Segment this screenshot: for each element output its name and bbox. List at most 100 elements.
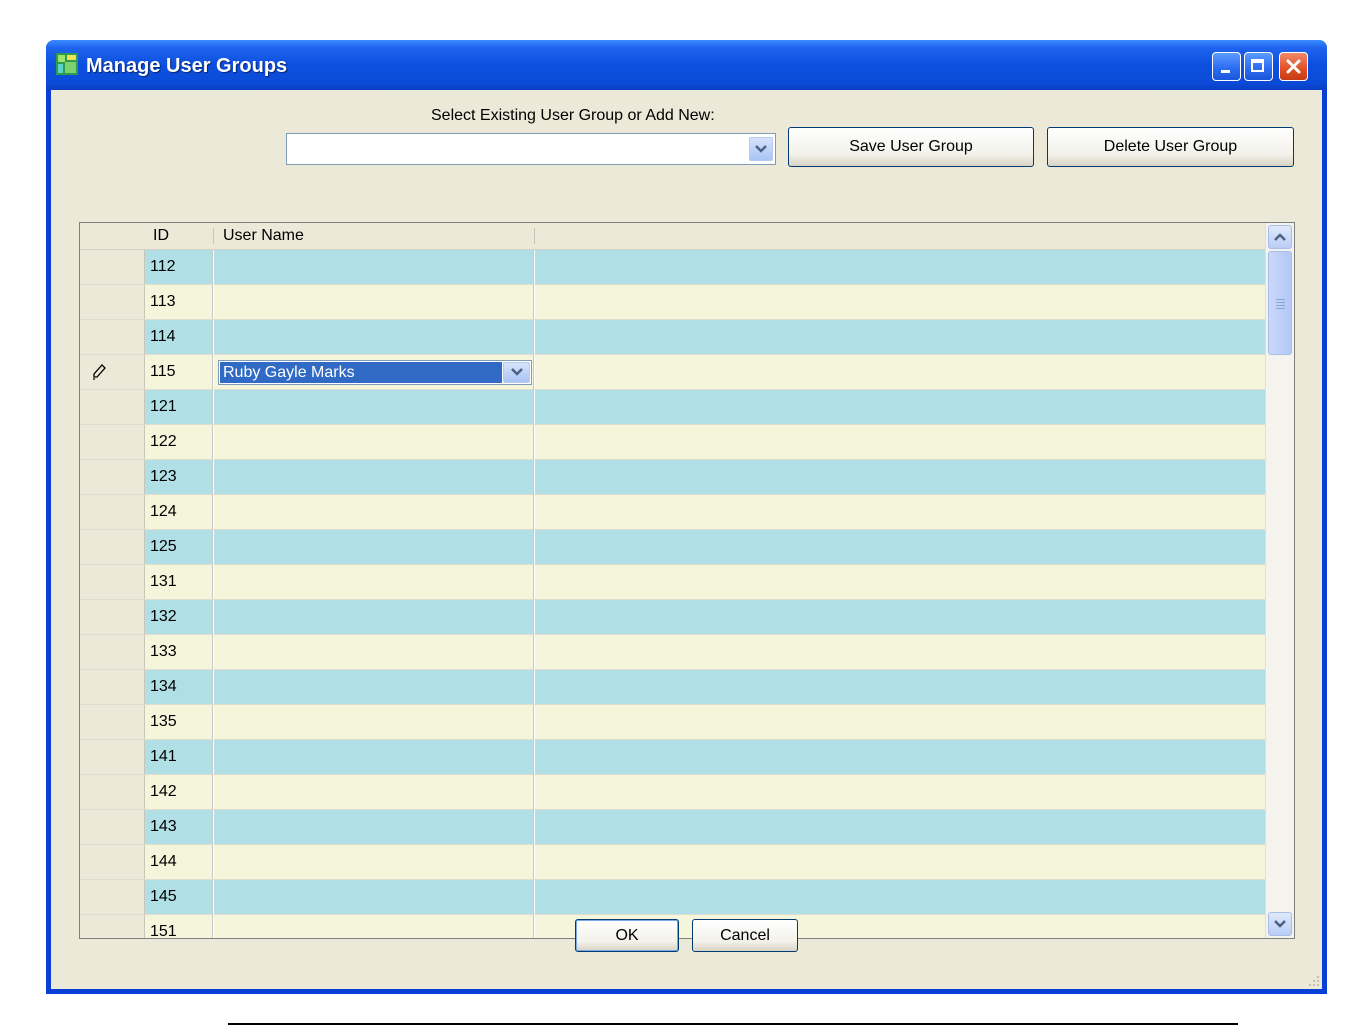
cell-id[interactable]: 135 xyxy=(145,705,213,739)
scroll-thumb[interactable] xyxy=(1268,251,1292,355)
row-header[interactable] xyxy=(80,775,145,809)
cell-id[interactable]: 123 xyxy=(145,460,213,494)
row-header[interactable] xyxy=(80,880,145,914)
resize-grip-icon[interactable] xyxy=(1308,975,1320,987)
table-row[interactable]: 124 xyxy=(80,495,1266,530)
table-row[interactable]: 113 xyxy=(80,285,1266,320)
cell-id[interactable]: 115 xyxy=(145,355,213,389)
cell-id[interactable]: 132 xyxy=(145,600,213,634)
table-row[interactable]: 122 xyxy=(80,425,1266,460)
cell-user-name[interactable]: Ruby Gayle Marks xyxy=(214,355,534,389)
minimize-button[interactable] xyxy=(1212,52,1241,81)
table-row[interactable]: 121 xyxy=(80,390,1266,425)
table-row[interactable]: 125 xyxy=(80,530,1266,565)
scroll-up-button[interactable] xyxy=(1268,225,1292,249)
cell-id[interactable]: 124 xyxy=(145,495,213,529)
table-row[interactable]: 143 xyxy=(80,810,1266,845)
maximize-button[interactable] xyxy=(1244,52,1273,81)
cell-user-name[interactable] xyxy=(214,390,534,424)
table-row[interactable]: 144 xyxy=(80,845,1266,880)
row-header[interactable] xyxy=(80,705,145,739)
cell-user-name[interactable] xyxy=(214,810,534,844)
row-header[interactable] xyxy=(80,460,145,494)
table-row[interactable]: 145 xyxy=(80,880,1266,915)
cell-id[interactable]: 113 xyxy=(145,285,213,319)
cell-id[interactable]: 121 xyxy=(145,390,213,424)
row-header[interactable] xyxy=(80,670,145,704)
cell-user-name[interactable] xyxy=(214,285,534,319)
cell-user-name[interactable] xyxy=(214,600,534,634)
cell-id[interactable]: 134 xyxy=(145,670,213,704)
row-header[interactable] xyxy=(80,845,145,879)
cell-id[interactable]: 122 xyxy=(145,425,213,459)
row-header[interactable] xyxy=(80,285,145,319)
cell-id[interactable]: 143 xyxy=(145,810,213,844)
row-header[interactable] xyxy=(80,635,145,669)
ok-button[interactable]: OK xyxy=(575,919,679,952)
table-row[interactable]: 114 xyxy=(80,320,1266,355)
cell-id[interactable]: 114 xyxy=(145,320,213,354)
row-header[interactable] xyxy=(80,250,145,284)
cell-id[interactable]: 151 xyxy=(145,915,213,938)
combobox-dropdown-button[interactable] xyxy=(749,137,773,161)
table-row[interactable]: 135 xyxy=(80,705,1266,740)
column-header-id[interactable]: ID xyxy=(153,223,169,249)
vertical-scrollbar[interactable] xyxy=(1265,223,1294,938)
row-header[interactable] xyxy=(80,495,145,529)
cell-user-name[interactable] xyxy=(214,705,534,739)
table-row[interactable]: 134 xyxy=(80,670,1266,705)
cell-id[interactable]: 144 xyxy=(145,845,213,879)
column-header-user-name[interactable]: User Name xyxy=(223,223,304,249)
cell-user-name[interactable] xyxy=(214,635,534,669)
cell-user-name[interactable] xyxy=(214,740,534,774)
cell-user-name[interactable] xyxy=(214,670,534,704)
cell-user-name[interactable] xyxy=(214,250,534,284)
table-row[interactable]: 132 xyxy=(80,600,1266,635)
delete-user-group-button[interactable]: Delete User Group xyxy=(1047,127,1294,167)
cell-user-name[interactable] xyxy=(214,845,534,879)
cell-user-name[interactable] xyxy=(214,495,534,529)
cell-user-name[interactable] xyxy=(214,460,534,494)
table-row[interactable]: 112 xyxy=(80,250,1266,285)
cell-id[interactable]: 141 xyxy=(145,740,213,774)
cell-user-name[interactable] xyxy=(214,915,534,938)
cell-user-name[interactable] xyxy=(214,880,534,914)
row-header[interactable] xyxy=(80,565,145,599)
cell-user-name[interactable] xyxy=(214,425,534,459)
row-header[interactable] xyxy=(80,355,145,389)
cancel-button[interactable]: Cancel xyxy=(692,919,798,952)
row-header[interactable] xyxy=(80,320,145,354)
cell-id[interactable]: 112 xyxy=(145,250,213,284)
user-name-combobox[interactable]: Ruby Gayle Marks xyxy=(218,360,532,385)
column-divider[interactable] xyxy=(213,228,214,244)
scroll-down-button[interactable] xyxy=(1268,912,1292,936)
close-button[interactable] xyxy=(1279,52,1308,81)
table-row[interactable]: 133 xyxy=(80,635,1266,670)
row-header[interactable] xyxy=(80,600,145,634)
cell-id[interactable]: 131 xyxy=(145,565,213,599)
cell-id[interactable]: 145 xyxy=(145,880,213,914)
row-header[interactable] xyxy=(80,740,145,774)
cell-user-name[interactable] xyxy=(214,775,534,809)
user-name-dropdown-button[interactable] xyxy=(503,362,530,383)
table-row[interactable]: 141 xyxy=(80,740,1266,775)
title-bar[interactable]: Manage User Groups xyxy=(46,40,1327,90)
cell-user-name[interactable] xyxy=(214,530,534,564)
cell-user-name[interactable] xyxy=(214,320,534,354)
row-header[interactable] xyxy=(80,810,145,844)
row-header[interactable] xyxy=(80,390,145,424)
row-header[interactable] xyxy=(80,530,145,564)
row-header[interactable] xyxy=(80,915,145,938)
cell-id[interactable]: 142 xyxy=(145,775,213,809)
table-row[interactable]: 115 Ruby Gayle Marks xyxy=(80,355,1266,390)
table-row[interactable]: 131 xyxy=(80,565,1266,600)
user-group-combobox[interactable] xyxy=(286,133,776,165)
table-row[interactable]: 142 xyxy=(80,775,1266,810)
cell-id[interactable]: 133 xyxy=(145,635,213,669)
table-row[interactable]: 123 xyxy=(80,460,1266,495)
column-divider[interactable] xyxy=(534,228,535,244)
cell-user-name[interactable] xyxy=(214,565,534,599)
save-user-group-button[interactable]: Save User Group xyxy=(788,127,1034,167)
cell-id[interactable]: 125 xyxy=(145,530,213,564)
row-header[interactable] xyxy=(80,425,145,459)
